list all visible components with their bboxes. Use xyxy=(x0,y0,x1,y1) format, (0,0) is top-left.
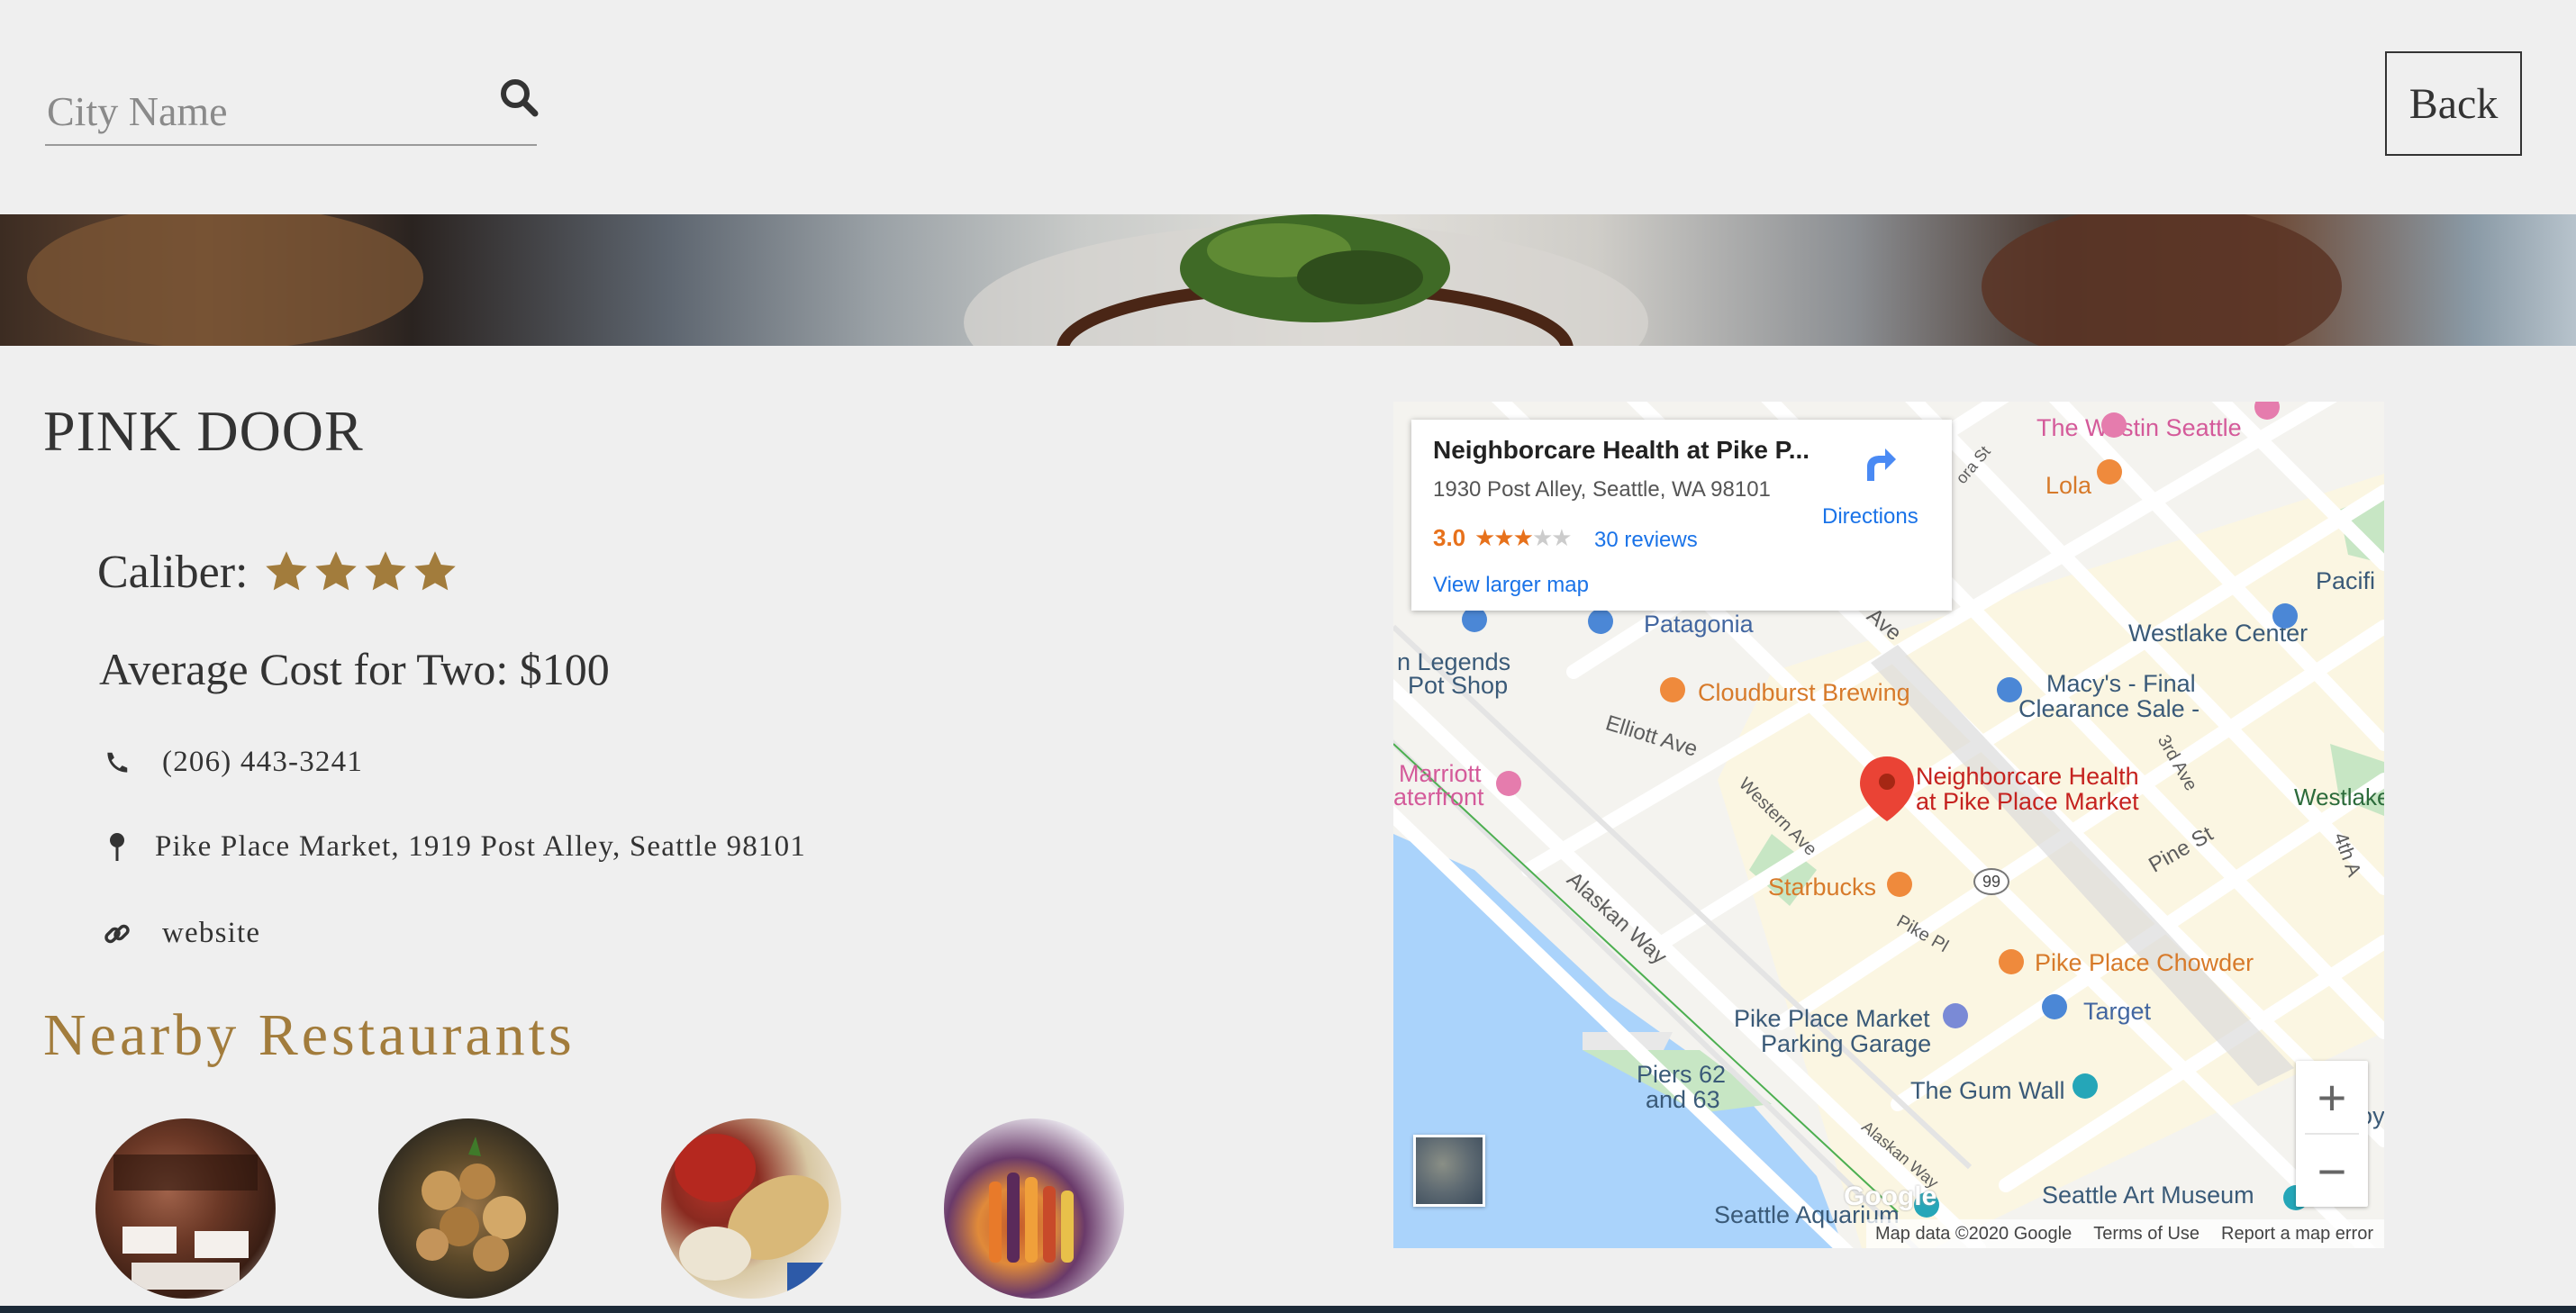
map-label: Starbucks xyxy=(1768,874,1877,901)
link-icon xyxy=(101,918,133,950)
nearby-restaurants-title: Nearby Restaurants xyxy=(43,1002,576,1068)
nearby-restaurant-thumbnail[interactable] xyxy=(378,1118,558,1299)
phone-row: (206) 443-3241 xyxy=(101,746,363,779)
hero-banner-image xyxy=(0,214,2576,346)
directions-icon[interactable] xyxy=(1858,443,1900,484)
satellite-toggle-button[interactable] xyxy=(1413,1135,1485,1207)
map-rating-stars: ★★★★★ xyxy=(1474,524,1573,551)
map-label: aterfront xyxy=(1393,783,1484,810)
map-label: Pacifi xyxy=(2316,567,2376,594)
map-label: Cloudburst Brewing xyxy=(1698,679,1910,706)
caliber-stars xyxy=(263,548,461,595)
route-99-shield: 99 xyxy=(1973,868,2009,895)
phone-number[interactable]: (206) 443-3241 xyxy=(162,746,363,779)
city-search-input[interactable] xyxy=(45,85,481,137)
map-label: Piers 62 xyxy=(1637,1061,1727,1088)
google-logo: Google xyxy=(1844,1182,1937,1211)
directions-link[interactable]: Directions xyxy=(1822,504,1918,530)
map-place-address: 1930 Post Alley, Seattle, WA 98101 xyxy=(1433,477,1771,502)
map-reviews-link[interactable]: 30 reviews xyxy=(1594,528,1698,553)
map-label: Neighborcare Health xyxy=(1916,763,2139,790)
map-label: Seattle Art Museum xyxy=(2042,1182,2254,1209)
map-label: Westlake Center xyxy=(2128,620,2308,647)
map-label: The Westin Seattle xyxy=(2036,414,2242,441)
map-label: Parking Garage xyxy=(1761,1030,1932,1057)
nearby-restaurant-thumbnail[interactable] xyxy=(944,1118,1124,1299)
search-bar xyxy=(45,72,540,146)
map-markers xyxy=(1977,402,1978,403)
map-label: Patagonia xyxy=(1644,611,1754,638)
average-cost: Average Cost for Two: $100 xyxy=(99,644,610,694)
report-map-error-link[interactable]: Report a map error xyxy=(2221,1224,2373,1245)
caliber-rating: Caliber: xyxy=(97,540,461,603)
star-icon xyxy=(413,551,456,591)
map-label: Pike Place Chowder xyxy=(2035,949,2254,976)
terms-of-use-link[interactable]: Terms of Use xyxy=(2093,1224,2200,1245)
google-map[interactable]: The Westin Seattle Lola Pacifi Westlake … xyxy=(1393,402,2384,1248)
map-label: Clearance Sale - xyxy=(2018,695,2200,722)
search-icon[interactable] xyxy=(497,76,540,119)
nearby-restaurant-thumbnail[interactable] xyxy=(95,1118,276,1299)
star-icon xyxy=(364,551,406,591)
map-label: Westlake xyxy=(2294,783,2384,810)
map-label: Target xyxy=(2083,998,2152,1025)
bottom-edge-bar xyxy=(0,1306,2576,1313)
zoom-out-button[interactable]: − xyxy=(2296,1135,2368,1207)
caliber-label: Caliber: xyxy=(97,546,249,598)
map-label: Macy's - Final xyxy=(2046,670,2196,697)
zoom-in-button[interactable]: + xyxy=(2296,1061,2368,1133)
address-text: Pike Place Market, 1919 Post Alley, Seat… xyxy=(155,830,806,863)
map-place-title: Neighborcare Health at Pike P... xyxy=(1433,436,1810,464)
phone-icon xyxy=(101,747,133,779)
star-icon xyxy=(265,551,307,591)
website-link[interactable]: website xyxy=(162,917,260,950)
map-label: The Gum Wall xyxy=(1910,1077,2065,1104)
map-place-card: Neighborcare Health at Pike P... 1930 Po… xyxy=(1411,420,1952,611)
map-attribution-bar: Map data ©2020 Google Terms of Use Repor… xyxy=(1865,1219,2384,1248)
restaurant-name: PINK DOOR xyxy=(43,399,364,463)
nearby-restaurant-thumbnail[interactable] xyxy=(661,1118,841,1299)
map-place-rating: 3.0 xyxy=(1433,524,1466,551)
star-icon xyxy=(314,551,357,591)
map-label: Pot Shop xyxy=(1408,672,1509,699)
map-label: at Pike Place Market xyxy=(1916,788,2139,815)
map-label: and 63 xyxy=(1646,1086,1720,1113)
website-row: website xyxy=(101,917,260,950)
map-data-credit: Map data ©2020 Google xyxy=(1874,1223,2073,1244)
map-label: Lola xyxy=(2045,472,2092,499)
map-zoom-controls: + − xyxy=(2296,1061,2368,1207)
view-larger-map-link[interactable]: View larger map xyxy=(1433,573,1589,598)
back-button[interactable]: Back xyxy=(2385,51,2522,156)
address-row: Pike Place Market, 1919 Post Alley, Seat… xyxy=(101,830,806,864)
map-label: Pike Place Market xyxy=(1734,1005,1930,1032)
map-pin-icon xyxy=(101,831,133,864)
